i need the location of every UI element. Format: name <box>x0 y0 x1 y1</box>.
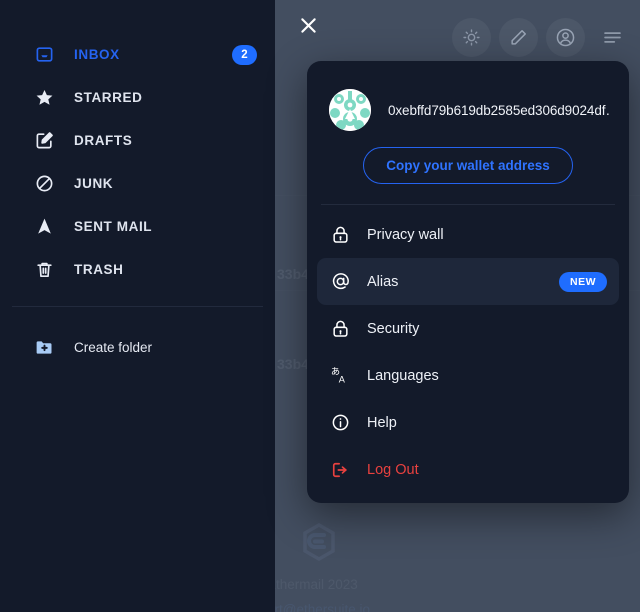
folder-plus-icon <box>33 336 55 358</box>
menu-item-alias[interactable]: Alias NEW <box>317 258 619 305</box>
sidebar-item-drafts[interactable]: DRAFTS <box>0 119 275 162</box>
info-icon <box>329 412 351 434</box>
new-badge: NEW <box>559 271 607 292</box>
create-folder-button[interactable]: Create folder <box>0 327 275 367</box>
sidebar-nav: INBOX 2 STARRED DRAFTS JUNK SENT MAIL TR… <box>0 0 275 291</box>
menu-item-label: Security <box>367 320 420 337</box>
inbox-unread-badge: 2 <box>232 44 257 65</box>
send-icon <box>33 216 55 238</box>
sidebar-item-trash[interactable]: TRASH <box>0 248 275 291</box>
create-folder-label: Create folder <box>74 339 153 355</box>
menu-item-label: Help <box>367 414 397 431</box>
wallet-address: 0xebffd79b619db2585ed306d9024df… <box>388 102 611 118</box>
account-button[interactable] <box>546 18 585 57</box>
menu-item-label: Log Out <box>367 461 419 478</box>
sidebar-item-sent-mail[interactable]: SENT MAIL <box>0 205 275 248</box>
sidebar-item-label: DRAFTS <box>74 133 133 148</box>
compose-button[interactable] <box>499 18 538 57</box>
lock-icon <box>329 318 351 340</box>
account-menu-panel: 0xebffd79b619db2585ed306d9024df… Copy yo… <box>307 61 629 503</box>
inbox-icon <box>33 44 55 66</box>
account-header: 0xebffd79b619db2585ed306d9024df… <box>307 61 629 131</box>
toolbar-actions <box>452 18 632 57</box>
menu-item-label: Privacy wall <box>367 226 444 243</box>
sidebar: INBOX 2 STARRED DRAFTS JUNK SENT MAIL TR… <box>0 0 275 612</box>
identicon-avatar <box>329 89 371 131</box>
at-sign-icon <box>329 271 351 293</box>
translate-icon: あ A <box>329 365 351 387</box>
sidebar-item-label: SENT MAIL <box>74 219 153 234</box>
menu-item-label: Languages <box>367 367 439 384</box>
panel-divider <box>321 204 615 205</box>
sidebar-item-starred[interactable]: STARRED <box>0 76 275 119</box>
menu-item-security[interactable]: Security <box>317 305 619 352</box>
sidebar-item-junk[interactable]: JUNK <box>0 162 275 205</box>
sidebar-item-label: JUNK <box>74 176 114 191</box>
block-icon <box>33 173 55 195</box>
lock-icon <box>329 224 351 246</box>
sidebar-item-label: TRASH <box>74 262 124 277</box>
star-icon <box>33 87 55 109</box>
logout-icon <box>329 459 351 481</box>
account-menu-list: Privacy wall Alias NEW Security あ A Lang… <box>307 211 629 493</box>
menu-item-languages[interactable]: あ A Languages <box>317 352 619 399</box>
ethermail-app: 33b4 33b4 Ethermail 2023 ort@ethersuite.… <box>0 0 640 612</box>
trash-icon <box>33 259 55 281</box>
close-button[interactable] <box>293 10 323 40</box>
theme-toggle-button[interactable] <box>452 18 491 57</box>
sidebar-item-label: STARRED <box>74 90 143 105</box>
svg-text:A: A <box>338 375 345 385</box>
menu-item-privacy-wall[interactable]: Privacy wall <box>317 211 619 258</box>
draft-edit-icon <box>33 130 55 152</box>
sidebar-item-label: INBOX <box>74 47 120 62</box>
copy-wallet-address-button[interactable]: Copy your wallet address <box>363 147 573 184</box>
menu-button[interactable] <box>593 18 632 57</box>
menu-item-help[interactable]: Help <box>317 399 619 446</box>
menu-item-log-out[interactable]: Log Out <box>317 446 619 493</box>
menu-item-label: Alias <box>367 273 399 290</box>
sidebar-divider <box>12 306 263 307</box>
sidebar-item-inbox[interactable]: INBOX 2 <box>0 33 275 76</box>
